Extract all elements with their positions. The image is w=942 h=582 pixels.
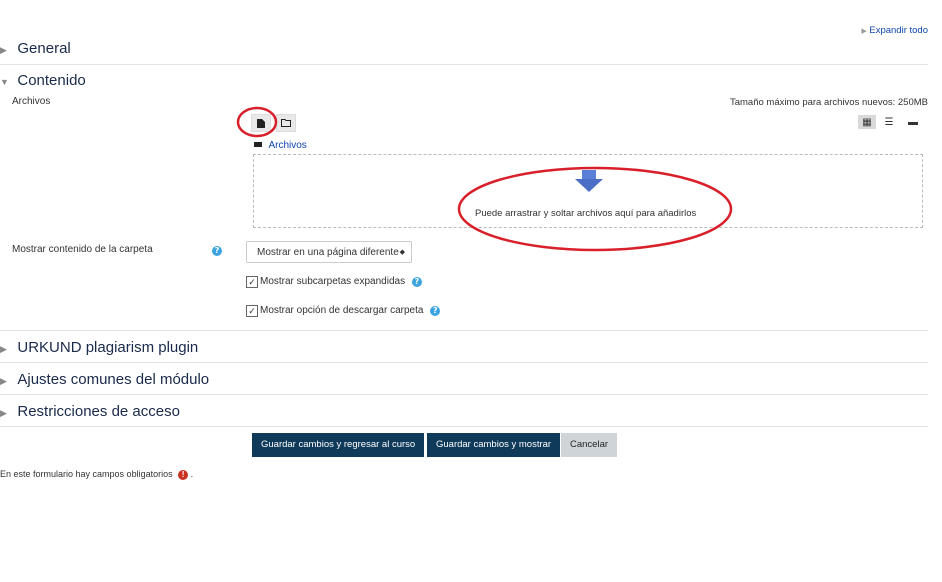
section-ajustes[interactable]: ▶ Ajustes comunes del módulo (0, 371, 209, 389)
files-label: Archivos (12, 96, 51, 107)
folder-icon (281, 119, 291, 127)
annotation-circle-large (457, 166, 733, 252)
checkbox-download[interactable]: ✓ Mostrar opción de descargar carpeta ? (246, 305, 441, 317)
required-icon: ! (178, 470, 189, 480)
expand-all-link[interactable]: ▶ Expandir todo (861, 25, 928, 36)
annotation-circle-small (236, 106, 278, 138)
caret-right-icon: ▶ (0, 376, 7, 386)
divider (0, 330, 928, 331)
required-note: En este formulario hay campos obligatori… (0, 469, 194, 480)
folder-icon (254, 142, 262, 147)
section-general[interactable]: ▶ General (0, 40, 71, 58)
divider (0, 426, 928, 427)
caret-right-icon: ▶ (861, 28, 867, 35)
view-tree-button[interactable]: ▬ (904, 115, 922, 129)
help-icon[interactable]: ? (411, 277, 422, 287)
create-folder-button[interactable] (276, 114, 296, 132)
folder-icon: ▬ (908, 116, 918, 128)
view-icons-button[interactable]: ▦ (858, 115, 876, 129)
view-list-button[interactable]: ☰ (880, 115, 898, 129)
display-label: Mostrar contenido de la carpeta (12, 244, 153, 255)
select-arrows-icon: ◆ (399, 249, 405, 256)
caret-right-icon: ▶ (0, 45, 7, 55)
save-return-button[interactable]: Guardar cambios y regresar al curso (252, 433, 425, 457)
section-urkund[interactable]: ▶ URKUND plagiarism plugin (0, 339, 198, 357)
checkbox[interactable]: ✓ (246, 276, 258, 288)
caret-down-icon: ▼ (0, 77, 9, 87)
divider (0, 362, 928, 363)
help-icon[interactable]: ? (430, 306, 441, 316)
cancel-button[interactable]: Cancelar (561, 433, 618, 457)
caret-right-icon: ▶ (0, 344, 7, 354)
grid-icon: ▦ (862, 116, 872, 128)
folder-path[interactable]: Archivos (254, 135, 307, 153)
save-show-button[interactable]: Guardar cambios y mostrar (427, 433, 561, 457)
display-select[interactable]: Mostrar en una página diferente ◆ (246, 241, 412, 263)
list-icon: ☰ (884, 116, 894, 128)
help-icon[interactable]: ? (212, 246, 222, 256)
section-contenido[interactable]: ▼ Contenido (0, 72, 86, 90)
divider (0, 394, 928, 395)
checkbox-subfolders[interactable]: ✓ Mostrar subcarpetas expandidas ? (246, 276, 422, 288)
max-size-text: Tamaño máximo para archivos nuevos: 250M… (729, 97, 928, 108)
divider (0, 64, 928, 65)
checkbox[interactable]: ✓ (246, 305, 258, 317)
section-restricciones[interactable]: ▶ Restricciones de acceso (0, 403, 180, 421)
caret-right-icon: ▶ (0, 408, 7, 418)
